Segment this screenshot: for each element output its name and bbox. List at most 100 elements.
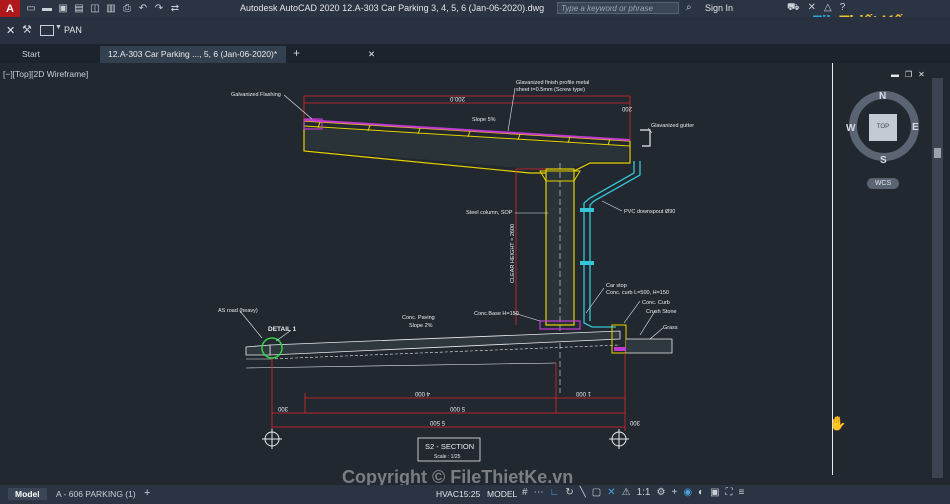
drawing-viewport[interactable]: [−][Top][2D Wireframe] ▬ ❐ ✕ 200.0 200 C… [0,63,950,485]
dim-5500: 5 500 [429,419,445,425]
section-scale: Scale : 1/25 [434,454,461,460]
grid-icon[interactable]: # [522,487,528,498]
redo-icon[interactable]: ↷ [154,3,164,14]
customize-icon[interactable]: ≡ [739,487,745,498]
share-icon[interactable]: ⇄ [170,3,180,14]
viewcube-top-face[interactable]: TOP [869,114,897,141]
viewcube-west[interactable]: W [846,123,855,134]
dim-right: 200 [621,105,632,111]
open-icon[interactable]: ▬ [42,3,52,14]
clear-height-label: CLEAR HEIGHT = 2600 [510,224,516,283]
conc-curb-label: Conc. Curb [642,300,670,306]
dim-300-right: 300 [629,419,640,425]
steel-column-label: Steel column, SOP [466,210,513,216]
dim-5000: 5 000 [449,405,465,411]
customize-icon[interactable]: ⚒ [22,23,32,36]
grid-marker-right [609,429,629,449]
plus-icon[interactable]: + [671,487,677,498]
dim-1000: 1 000 [575,390,591,396]
tab-drawing-label: 12.A-303 Car Parking ..., 5, 6 (Jan-06-2… [108,49,278,59]
viewcube-south[interactable]: S [880,155,887,166]
pan-hand-icon: ✋ [829,415,847,431]
cloud-icon[interactable]: ▥ [106,3,116,14]
search-input[interactable]: Type a keyword or phrase [557,2,679,14]
application-menu-button[interactable]: A [0,0,20,17]
chevron-down-icon[interactable]: ▼ [55,24,62,31]
close-icon[interactable]: ✕ [918,70,925,79]
polar-icon[interactable]: ↻ [565,487,573,498]
snap-icon[interactable]: ⋯ [534,487,544,498]
finish-profile-label-2: sheet t=0.5mm (Screw type) [516,87,585,93]
tab-layout[interactable]: A - 606 PARKING (1) [56,489,136,499]
galvanized-gutter-label: Glavanized gutter [651,123,694,129]
hardware-icon[interactable]: ▣ [710,487,719,498]
restore-icon[interactable]: ❐ [905,70,912,79]
fullscreen-icon[interactable]: ⛶ [726,487,733,498]
roof-slope-label: Slope 5% [472,117,496,123]
tab-model[interactable]: Model [8,488,47,500]
plot-icon[interactable]: ⎙ [122,3,132,14]
annotation-scale[interactable]: 1:1 [637,487,651,498]
roof-fill [305,127,628,169]
status-toggles: # ⋯ ∟ ↻ ╲ ▢ ✕ ⚠ 1:1 ⚙ + ◉ ◐ ▣ ⛶ ≡ [522,487,744,498]
dim-4000: 4 000 [414,390,430,396]
command-line: ✕ ⚒ ▼ PAN [0,17,950,44]
monitor-icon[interactable]: ◉ [683,487,692,498]
coordinate-readout: HVAC15:25 [436,489,481,499]
save-icon[interactable]: ▣ [58,3,68,14]
add-tab-button[interactable]: + [293,46,300,60]
downspout-label: PVC downspout Ø90 [624,209,675,215]
section-drawing: 200.0 200 CLEAR HEIGHT = 2600 4 000 1 00… [218,80,694,462]
viewcube-east[interactable]: E [912,122,919,133]
crush-stone-label: Crush Stone [646,309,677,315]
close-icon[interactable]: ✕ [368,46,375,63]
galvanized-flashing-label: Galvanized Flashing [231,92,281,98]
grid-marker-left [262,429,282,449]
downspout [583,161,635,328]
scale-icon[interactable]: ⚠ [622,487,631,498]
new-icon[interactable]: ▭ [26,3,36,14]
save-as-icon[interactable]: ▤ [74,3,84,14]
paving-slope-label: Slope 2% [409,323,433,329]
ortho-icon[interactable]: ∟ [550,487,560,498]
close-icon[interactable]: ✕ [6,24,15,37]
isodraft-icon[interactable]: ╲ [580,487,586,498]
tab-start[interactable]: Start [14,46,99,63]
tab-drawing[interactable]: 12.A-303 Car Parking ..., 5, 6 (Jan-06-2… [100,46,375,63]
cart-icon[interactable]: ⛟ [787,2,800,15]
add-layout-button[interactable]: + [144,487,150,499]
dim-300-left: 300 [277,405,288,411]
title-bar: A ▭ ▬ ▣ ▤ ◫ ▥ ⎙ ↶ ↷ ⇄ Autodesk AutoCAD 2… [0,0,950,17]
gutter [640,129,651,147]
minimize-icon[interactable]: ▬ [891,70,899,79]
file-tab-bar: Start 12.A-303 Car Parking ..., 5, 6 (Ja… [0,44,950,63]
model-space-toggle[interactable]: MODEL [487,489,517,499]
sign-in-button[interactable]: Sign In [705,3,733,13]
command-text[interactable]: PAN [64,25,82,35]
workspace-gear-icon[interactable]: ⚙ [657,487,666,498]
undo-icon[interactable]: ↶ [138,3,148,14]
as-road-label: AS road (heavy) [218,308,258,314]
conc-base-label: Conc.Base H=150 [474,311,519,317]
grass-label: Grass [663,325,678,331]
search-icon[interactable]: ⌕ [686,2,692,13]
viewcube-north[interactable]: N [879,91,886,102]
status-bar: Model A - 606 PARKING (1) + HVAC15:25 MO… [0,485,950,504]
osnap-icon[interactable]: ▢ [592,487,601,498]
quick-access-toolbar: ▭ ▬ ▣ ▤ ◫ ▥ ⎙ ↶ ↷ ⇄ [26,3,180,14]
detail-label: DETAIL 1 [268,326,297,333]
finish-profile-label-1: Glavanized finish profile metal [516,80,589,86]
viewport-window-controls: ▬ ❐ ✕ [891,70,925,79]
command-prompt-icon[interactable] [40,25,54,36]
car-stop-curb-label: Conc. curb L=500, H=150 [606,290,669,296]
wcs-menu[interactable]: WCS [867,178,899,189]
isolate-icon[interactable]: ◐ [698,487,704,498]
annotation-icon[interactable]: ✕ [607,487,615,498]
window-title: Autodesk AutoCAD 2020 12.A-303 Car Parki… [240,3,545,13]
ucs-line [832,63,833,475]
web-icon[interactable]: ◫ [90,3,100,14]
scrollbar-thumb[interactable] [934,148,941,158]
section-title: S2 - SECTION [425,442,474,451]
car-stop-label: Car stop [606,283,627,289]
vertical-scrollbar[interactable] [932,78,943,478]
